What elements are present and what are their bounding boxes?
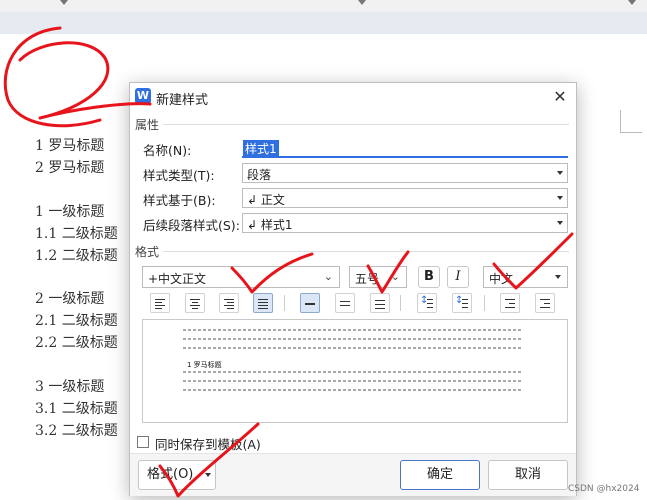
annotation-check-format xyxy=(158,422,260,498)
annotation-check-font xyxy=(230,252,314,294)
annotation-check-size xyxy=(366,250,410,294)
annotation-number-two xyxy=(18,41,152,120)
red-annotation-overlay xyxy=(3,26,574,498)
annotation-ellipse xyxy=(3,26,102,128)
annotation-check-lang xyxy=(492,232,574,290)
